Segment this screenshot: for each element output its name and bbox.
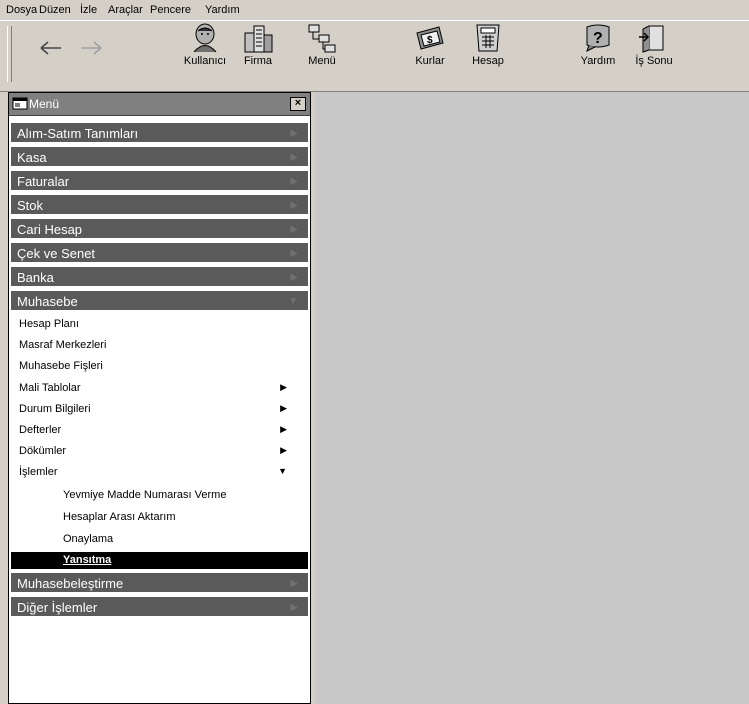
- category-label: Çek ve Senet: [17, 246, 96, 261]
- category-label: Alım-Satım Tanımları: [17, 126, 139, 141]
- category-label: Banka: [17, 270, 54, 285]
- category-diger-islemler[interactable]: Diğer İşlemler ▶: [11, 597, 308, 618]
- svg-text:$: $: [427, 35, 433, 46]
- category-label: Kasa: [17, 150, 47, 165]
- chevron-right-icon: ▶: [290, 272, 298, 283]
- kullanici-label: Kullanıcı: [183, 55, 227, 67]
- menu-dosya[interactable]: Dosya: [6, 4, 37, 16]
- toolbar: Kullanıcı Firma Menü $ Kurlar Hesap ? Ya…: [0, 20, 749, 92]
- menu-pencere[interactable]: Pencere: [150, 4, 191, 16]
- category-label: Muhasebe: [17, 294, 78, 309]
- category-banka[interactable]: Banka ▶: [11, 267, 308, 288]
- exit-door-icon: [639, 25, 664, 53]
- menu-item-islemler[interactable]: İşlemler ▼: [19, 466, 299, 478]
- category-stok[interactable]: Stok ▶: [11, 195, 308, 216]
- kurlar-label: Kurlar: [415, 55, 445, 67]
- kurlar-button[interactable]: $ Kurlar: [410, 23, 450, 67]
- menu-item-yevmiye[interactable]: Yevmiye Madde Numarası Verme: [63, 489, 226, 501]
- menu-item-masraf-merkezleri[interactable]: Masraf Merkezleri: [19, 339, 106, 351]
- chevron-right-icon: ▶: [290, 248, 298, 259]
- category-kasa[interactable]: Kasa ▶: [11, 147, 308, 168]
- menu-duzen[interactable]: Düzen: [39, 4, 71, 16]
- mdi-workspace[interactable]: [315, 92, 749, 704]
- menu-item-hesap-plani[interactable]: Hesap Planı: [19, 318, 79, 330]
- toolbar-grip[interactable]: [7, 26, 12, 82]
- menu-tree-icon: [308, 24, 336, 53]
- menu-bar: Dosya Düzen İzle Araçlar Pencere Yardım: [0, 0, 749, 20]
- firma-label: Firma: [243, 55, 273, 67]
- category-label: Diğer İşlemler: [17, 600, 98, 615]
- category-muhasebelestirme[interactable]: Muhasebeleştirme ▶: [11, 573, 308, 594]
- menu-item-durum-bilgileri[interactable]: Durum Bilgileri ▶: [19, 403, 299, 415]
- chevron-right-icon: ▶: [290, 200, 298, 211]
- triangle-right-icon: ▶: [280, 403, 287, 413]
- triangle-right-icon: ▶: [280, 382, 287, 392]
- menu-item-label: Durum Bilgileri: [19, 403, 91, 415]
- category-label: Cari Hesap: [17, 222, 83, 237]
- hesap-button[interactable]: Hesap: [468, 23, 508, 67]
- chevron-right-icon: ▶: [290, 578, 298, 589]
- menu-araclar[interactable]: Araçlar: [108, 4, 143, 16]
- category-muhasebe[interactable]: Muhasebe ▼: [11, 291, 308, 312]
- building-icon: [244, 25, 273, 53]
- kullanici-button[interactable]: Kullanıcı: [180, 23, 230, 67]
- triangle-right-icon: ▶: [280, 424, 287, 434]
- menu-item-label: İşlemler: [19, 466, 58, 478]
- menu-panel: Menü × Alım-Satım Tanımları ▶ Kasa ▶ Fatur…: [8, 92, 311, 704]
- chevron-down-icon: ▼: [288, 296, 298, 307]
- money-icon: $: [416, 26, 444, 50]
- chevron-right-icon: ▶: [290, 128, 298, 139]
- menu-item-label: Defterler: [19, 424, 62, 436]
- chevron-right-icon: ▶: [290, 176, 298, 187]
- triangle-down-icon: ▼: [278, 466, 287, 476]
- panel-close-button[interactable]: ×: [290, 97, 306, 111]
- back-button[interactable]: [40, 35, 62, 61]
- hesap-label: Hesap: [472, 55, 504, 67]
- menu-item-hesaplar-arasi[interactable]: Hesaplar Arası Aktarım: [63, 511, 176, 523]
- is-sonu-label: İş Sonu: [635, 55, 673, 67]
- menu-label: Menü: [308, 55, 336, 67]
- menu-item-yansitma-selected[interactable]: Yansıtma: [11, 552, 308, 569]
- user-icon: [193, 23, 217, 53]
- forward-button[interactable]: [80, 35, 102, 61]
- category-label: Faturalar: [17, 174, 70, 189]
- firma-button[interactable]: Firma: [238, 23, 278, 67]
- selected-item-label: Yansıtma: [63, 554, 112, 566]
- menu-izle[interactable]: İzle: [80, 4, 97, 16]
- chevron-right-icon: ▶: [290, 224, 298, 235]
- yardim-label: Yardım: [580, 55, 616, 67]
- category-faturalar[interactable]: Faturalar ▶: [11, 171, 308, 192]
- chevron-right-icon: ▶: [290, 152, 298, 163]
- category-label: Muhasebeleştirme: [17, 576, 124, 591]
- menu-yardim[interactable]: Yardım: [205, 4, 240, 16]
- calculator-icon: [476, 24, 500, 52]
- arrow-left-icon: [40, 41, 61, 55]
- chevron-right-icon: ▶: [290, 602, 298, 613]
- yardim-button[interactable]: ? Yardım: [578, 23, 618, 67]
- menu-item-mali-tablolar[interactable]: Mali Tablolar ▶: [19, 382, 299, 394]
- menu-item-onaylama[interactable]: Onaylama: [63, 533, 113, 545]
- svg-text:?: ?: [593, 30, 603, 47]
- is-sonu-button[interactable]: İş Sonu: [632, 23, 676, 67]
- menu-button[interactable]: Menü: [302, 23, 342, 67]
- category-cek-senet[interactable]: Çek ve Senet ▶: [11, 243, 308, 264]
- menu-item-muhasebe-fisleri[interactable]: Muhasebe Fişleri: [19, 360, 103, 372]
- category-alim-satim[interactable]: Alım-Satım Tanımları ▶: [11, 123, 308, 144]
- help-icon: ?: [586, 24, 610, 52]
- panel-title: Menü: [29, 97, 60, 111]
- menu-window-icon: [12, 97, 28, 110]
- menu-item-label: Mali Tablolar: [19, 382, 81, 394]
- category-cari-hesap[interactable]: Cari Hesap ▶: [11, 219, 308, 240]
- category-label: Stok: [17, 198, 44, 213]
- menu-item-label: Dökümler: [19, 445, 67, 457]
- arrow-right-icon: [81, 41, 102, 55]
- menu-item-defterler[interactable]: Defterler ▶: [19, 424, 299, 436]
- menu-item-dokumler[interactable]: Dökümler ▶: [19, 445, 299, 457]
- triangle-right-icon: ▶: [280, 445, 287, 455]
- panel-titlebar: Menü ×: [9, 93, 310, 116]
